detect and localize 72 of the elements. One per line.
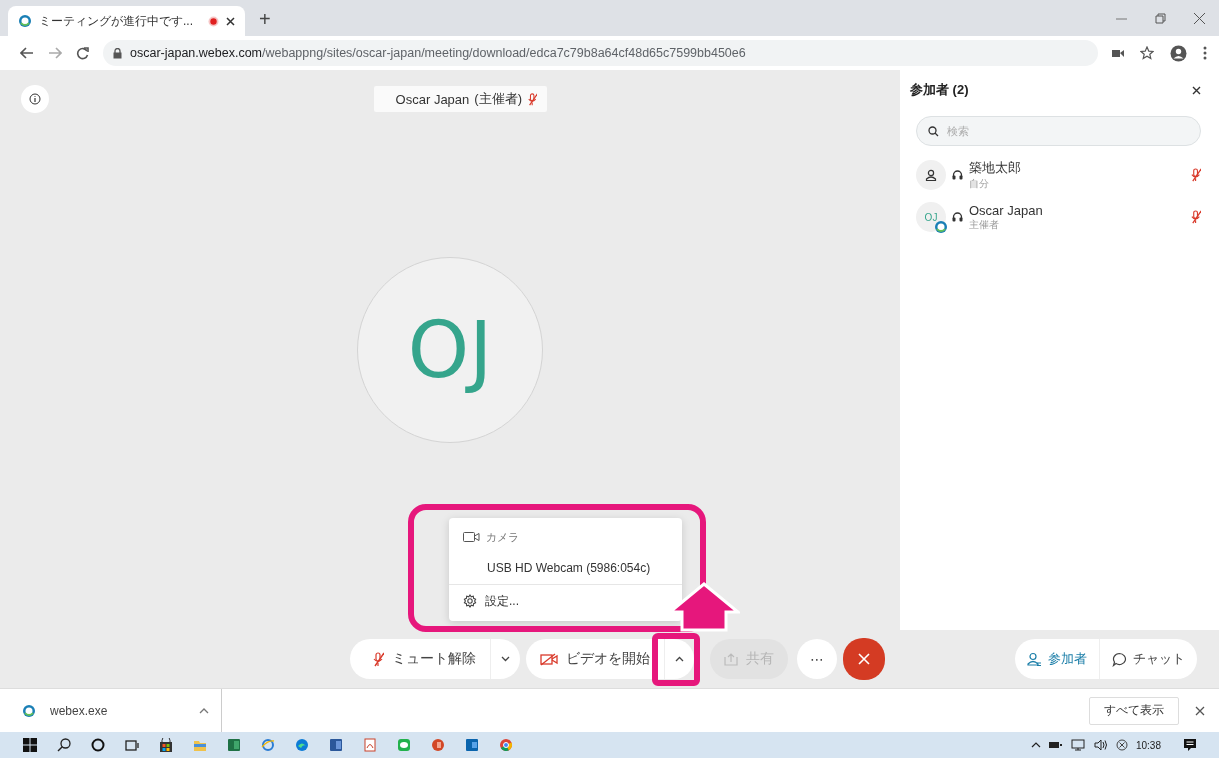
participants-tab[interactable]: 参加者 <box>1015 639 1099 679</box>
search-icon[interactable] <box>57 738 71 752</box>
webex-logo-icon <box>934 220 948 234</box>
windows-logo-icon[interactable] <box>23 738 37 752</box>
url-text: oscar-japan.webex.com/webappng/sites/oscar-japan/meeting/download/edca7c79b8a64cf48d65c7599bb450e6 <box>130 46 746 60</box>
participant-role: 自分 <box>969 177 990 191</box>
star-icon[interactable] <box>1140 46 1154 60</box>
participant-name: 築地太郎 <box>969 159 1022 177</box>
restore-icon[interactable] <box>1155 12 1166 24</box>
chat-tab[interactable]: チャット <box>1099 639 1197 679</box>
panel-title: 参加者 (2) <box>910 81 969 99</box>
speaker-icon[interactable] <box>1093 739 1108 751</box>
end-call-button[interactable] <box>843 638 885 680</box>
more-button[interactable]: ⋯ <box>797 639 837 679</box>
close-icon[interactable] <box>1192 85 1201 95</box>
menu-icon[interactable] <box>1203 46 1207 60</box>
muted-mic-icon <box>372 651 384 667</box>
participant-row[interactable]: 築地太郎 自分 <box>910 154 1201 196</box>
pdf-document-icon[interactable] <box>363 738 377 752</box>
info-icon <box>29 93 41 105</box>
info-button[interactable] <box>21 85 49 113</box>
avatar-initials: OJ <box>357 256 543 443</box>
camera-option[interactable]: USB HD Webcam (5986:054c) <box>449 552 682 584</box>
clock-time[interactable]: 10:38 <box>1135 739 1161 751</box>
headset-icon <box>952 211 963 223</box>
chat-bubble-icon <box>1112 651 1127 667</box>
chat-app-icon[interactable] <box>397 738 411 752</box>
globe-browser-icon[interactable] <box>261 738 275 752</box>
caret-icon <box>501 656 510 662</box>
webex-logo-icon <box>22 703 36 718</box>
participant-avatar: OJ <box>916 202 946 232</box>
caret-icon <box>675 656 684 662</box>
caret-icon[interactable] <box>1030 742 1041 748</box>
back-icon[interactable] <box>20 47 34 59</box>
blocked-circle-icon[interactable] <box>1115 739 1128 751</box>
account-icon[interactable] <box>1170 44 1187 62</box>
participant-row[interactable]: OJ Oscar Japan 主催者 <box>910 196 1201 238</box>
video-off-icon <box>540 652 558 666</box>
address-bar[interactable]: oscar-japan.webex.com/webappng/sites/oscar-japan/meeting/download/edca7c79b8a64cf48d65c7599bb450e6 <box>103 40 1098 66</box>
tab-title: ミーティングが進行中です... <box>39 12 194 30</box>
participant-name: Oscar Japan <box>969 202 1044 218</box>
search-field[interactable]: 検索 <box>916 116 1201 146</box>
browser-tab[interactable]: ミーティングが進行中です... <box>8 6 245 36</box>
folder-icon[interactable] <box>193 738 207 752</box>
close-icon[interactable] <box>226 16 235 26</box>
close-icon <box>858 653 870 665</box>
speaker-name: Oscar Japan <box>395 91 470 107</box>
camera-icon <box>463 531 480 543</box>
person-icon <box>1027 651 1042 667</box>
show-all-button[interactable]: すべて表示 <box>1089 696 1179 725</box>
settings-icon <box>463 594 477 608</box>
notification-icon[interactable] <box>1183 738 1197 752</box>
menu-header: カメラ <box>486 529 519 545</box>
battery-icon[interactable] <box>1048 741 1063 749</box>
close-icon[interactable] <box>1195 705 1205 716</box>
person-icon <box>925 169 937 181</box>
participant-role: 主催者 <box>969 217 1000 232</box>
new-tab-button[interactable]: + <box>259 6 271 32</box>
circle-icon[interactable] <box>91 738 105 752</box>
task-view-icon[interactable] <box>124 738 140 752</box>
download-filename: webex.exe <box>50 703 109 718</box>
speaker-role: (主催者) <box>474 90 522 108</box>
chrome-browser-icon[interactable] <box>499 738 513 752</box>
shopping-bag-icon[interactable] <box>159 738 173 752</box>
lock-icon <box>113 47 122 59</box>
close-icon[interactable] <box>1194 12 1205 24</box>
headset-icon <box>952 169 963 181</box>
webex-logo-icon <box>18 14 32 28</box>
share-icon <box>724 652 738 666</box>
wave-browser-icon[interactable] <box>295 738 309 752</box>
reload-icon[interactable] <box>76 46 89 60</box>
video-camera-icon[interactable] <box>1112 48 1124 58</box>
